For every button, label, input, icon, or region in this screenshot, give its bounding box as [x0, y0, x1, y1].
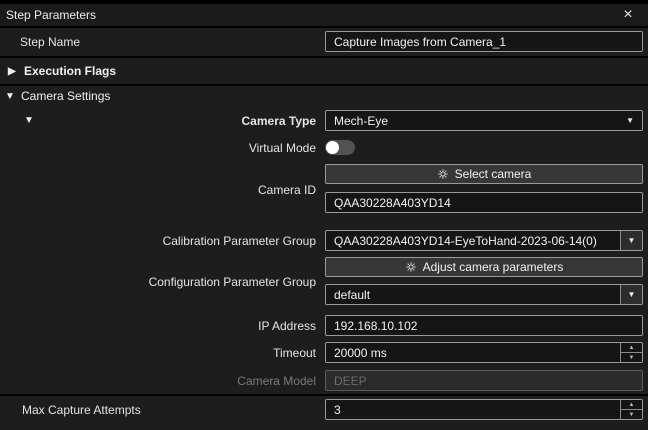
spin-arrows: ▲ ▼ — [620, 400, 642, 419]
max-capture-attempts-row: Max Capture Attempts ▲ ▼ — [0, 399, 648, 420]
select-camera-row: Select camera — [0, 164, 648, 184]
camera-model-row: Camera Model — [0, 370, 648, 391]
collapse-arrow-icon[interactable]: ▶ — [8, 66, 24, 77]
step-parameters-panel: Step Parameters × Step Name ▶ Execution … — [0, 0, 648, 430]
calibration-group-value: QAA30228A403YD14-EyeToHand-2023-06-14(0) — [334, 233, 597, 248]
gear-icon — [437, 168, 449, 180]
camera-id-label: Camera ID — [257, 182, 316, 197]
virtual-mode-toggle[interactable] — [325, 140, 355, 155]
camera-type-value: Mech-Eye — [334, 113, 389, 128]
panel-title: Step Parameters — [6, 8, 97, 22]
camera-type-row: ▼ Camera Type Mech-Eye ▼ — [0, 110, 648, 131]
spin-down-icon[interactable]: ▼ — [621, 352, 642, 362]
camera-id-input[interactable] — [325, 192, 643, 213]
expand-arrow-icon[interactable]: ▼ — [5, 91, 21, 102]
configuration-group-row: Configuration Parameter Group default ▼ — [0, 275, 648, 305]
configuration-group-dropdown[interactable]: default ▼ — [325, 284, 643, 305]
camera-model-input — [325, 370, 643, 391]
section-execution-flags[interactable]: ▶ Execution Flags — [0, 58, 648, 84]
toggle-knob — [326, 141, 339, 154]
calibration-group-label: Calibration Parameter Group — [162, 233, 316, 248]
step-name-row: Step Name — [0, 31, 648, 52]
max-capture-attempts-input[interactable] — [326, 400, 620, 419]
ip-address-row: IP Address — [0, 315, 648, 336]
chevron-down-icon: ▼ — [626, 116, 634, 125]
close-icon[interactable]: × — [618, 4, 638, 26]
camera-model-label: Camera Model — [237, 373, 316, 388]
max-capture-attempts-spinner[interactable]: ▲ ▼ — [325, 399, 643, 420]
max-capture-attempts-label: Max Capture Attempts — [22, 402, 141, 417]
spin-down-icon[interactable]: ▼ — [621, 409, 642, 419]
calibration-group-row: Calibration Parameter Group QAA30228A403… — [0, 230, 648, 251]
titlebar: Step Parameters × — [0, 4, 648, 28]
spin-arrows: ▲ ▼ — [620, 343, 642, 362]
section-execution-flags-label: Execution Flags — [24, 64, 117, 78]
timeout-input[interactable] — [326, 343, 620, 362]
ip-address-label: IP Address — [258, 318, 316, 333]
camera-type-dropdown[interactable]: Mech-Eye ▼ — [325, 110, 643, 131]
step-name-input[interactable] — [325, 31, 643, 52]
calibration-group-dropdown[interactable]: QAA30228A403YD14-EyeToHand-2023-06-14(0)… — [325, 230, 643, 251]
spin-up-icon[interactable]: ▲ — [621, 400, 642, 409]
timeout-spinner[interactable]: ▲ ▼ — [325, 342, 643, 363]
configuration-group-value: default — [334, 287, 371, 302]
gear-icon — [405, 261, 417, 273]
timeout-row: Timeout ▲ ▼ — [0, 342, 648, 363]
select-camera-button-label: Select camera — [454, 167, 532, 181]
adjust-camera-parameters-button[interactable]: Adjust camera parameters — [325, 257, 643, 277]
timeout-label: Timeout — [273, 345, 316, 360]
section-camera-settings[interactable]: ▼ Camera Settings — [0, 86, 648, 106]
chevron-down-icon[interactable]: ▼ — [620, 231, 642, 250]
step-name-label: Step Name — [20, 34, 81, 49]
inner-expand-arrow-icon[interactable]: ▼ — [24, 115, 34, 126]
adjust-camera-parameters-button-label: Adjust camera parameters — [422, 260, 564, 274]
ip-address-input[interactable] — [325, 315, 643, 336]
camera-id-row: Camera ID — [0, 183, 648, 213]
chevron-down-icon[interactable]: ▼ — [620, 285, 642, 304]
virtual-mode-label: Virtual Mode — [248, 140, 316, 155]
spin-up-icon[interactable]: ▲ — [621, 343, 642, 352]
divider — [0, 394, 648, 396]
section-camera-settings-label: Camera Settings — [21, 89, 111, 103]
camera-type-label: Camera Type — [241, 113, 316, 128]
virtual-mode-row: Virtual Mode — [0, 137, 648, 158]
configuration-group-label: Configuration Parameter Group — [148, 274, 316, 289]
select-camera-button[interactable]: Select camera — [325, 164, 643, 184]
